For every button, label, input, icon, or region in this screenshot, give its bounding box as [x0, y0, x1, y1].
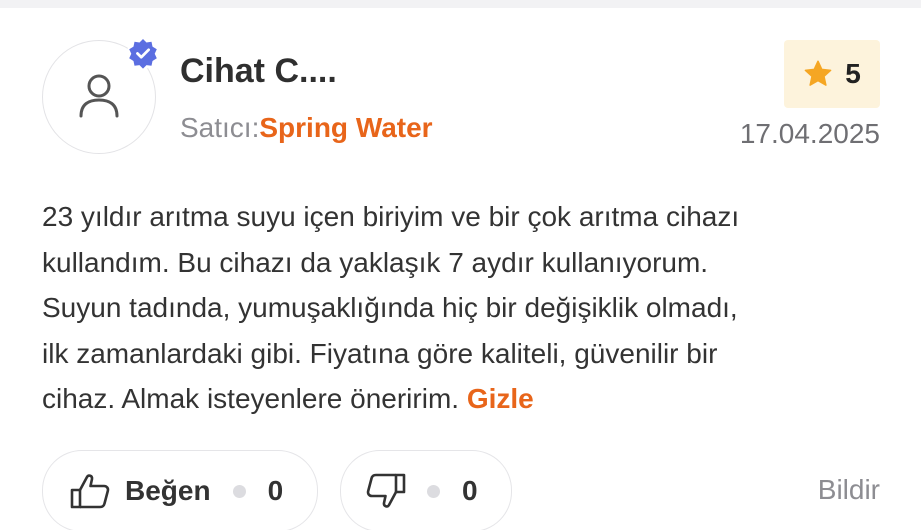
avatar-container — [42, 37, 159, 156]
rating-value: 5 — [845, 58, 861, 89]
star-icon — [804, 60, 832, 86]
review-line: 23 yıldır arıtma suyu içen biriyim ve bi… — [42, 201, 740, 232]
report-link[interactable]: Bildir — [818, 474, 880, 506]
review-line: kullandım. Bu cihazı da yaklaşık 7 aydır… — [42, 246, 709, 278]
like-button[interactable]: Beğen 0 — [42, 450, 318, 530]
separator-dot — [232, 484, 246, 498]
rating-badge: 5 — [784, 40, 880, 108]
dislike-button[interactable]: 0 — [340, 450, 512, 530]
verified-badge-icon — [127, 37, 159, 69]
review-last-line: cihaz. Almak isteyenlere öneririm. Gizle — [42, 376, 882, 422]
review-line: ilk zamanlardaki gibi. Fiyatına göre kal… — [42, 337, 718, 369]
review-line: Suyun tadında, yumuşaklığında hiç bir de… — [42, 292, 738, 323]
like-count: 0 — [267, 475, 284, 506]
review-text: 23 yıldır arıtma suyu içen biriyim ve bi… — [42, 194, 882, 422]
seller-label: Satıcı: — [180, 112, 260, 143]
seller-info: Satıcı:Spring Water — [180, 112, 433, 144]
user-icon — [79, 74, 119, 118]
review-card: Cihat C.... Satıcı:Spring Water 5 17.04.… — [0, 0, 921, 530]
top-divider — [0, 0, 921, 8]
like-label: Beğen — [125, 475, 211, 506]
reviewer-name: Cihat C.... — [180, 52, 337, 90]
seller-name-link[interactable]: Spring Water — [259, 112, 432, 143]
hide-link[interactable]: Gizle — [467, 383, 534, 414]
review-line: cihaz. Almak isteyenlere öneririm. — [42, 383, 460, 414]
thumbs-up-icon — [70, 474, 110, 509]
thumbs-down-icon — [366, 473, 406, 508]
separator-dot — [427, 484, 440, 498]
dislike-count: 0 — [462, 475, 478, 506]
review-date: 17.04.2025 — [739, 118, 880, 149]
